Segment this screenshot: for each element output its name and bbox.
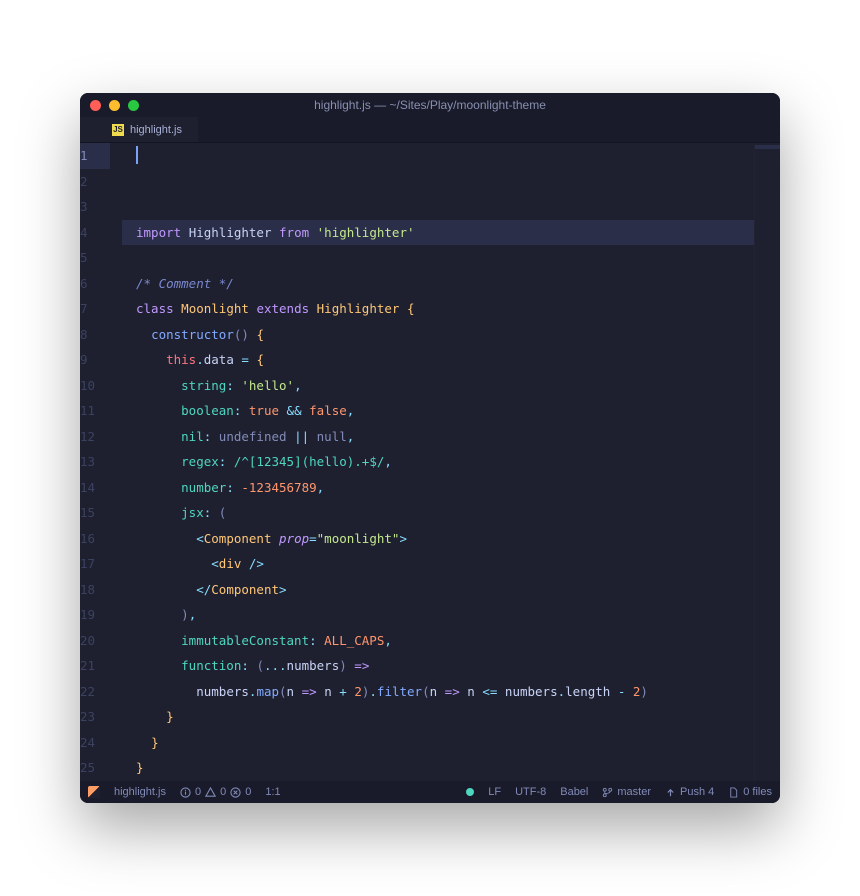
window-title: highlight.js — ~/Sites/Play/moonlight-th… — [80, 98, 780, 112]
error-icon — [230, 787, 241, 798]
text-cursor — [136, 146, 138, 164]
code-line[interactable] — [122, 245, 754, 271]
code-line[interactable]: jsx: ( — [122, 500, 754, 526]
gutter-line[interactable]: 22 — [80, 679, 110, 705]
gutter-line[interactable]: 23 — [80, 704, 110, 730]
gutter-line[interactable]: 17 — [80, 551, 110, 577]
code-line[interactable]: function: (...numbers) => — [122, 653, 754, 679]
push-up-icon — [665, 787, 676, 798]
code-line[interactable]: } — [122, 704, 754, 730]
js-file-icon: JS — [112, 124, 124, 136]
code-line[interactable]: nil: undefined || null, — [122, 424, 754, 450]
status-lang[interactable]: Babel — [560, 786, 588, 798]
status-files[interactable]: 0 files — [728, 786, 772, 798]
app-logo-icon[interactable] — [88, 786, 100, 798]
gutter-line[interactable]: 24 — [80, 730, 110, 756]
gutter-line[interactable]: 5 — [80, 245, 110, 271]
code-area[interactable]: import Highlighter from 'highlighter' /* … — [122, 143, 754, 781]
gutter-line[interactable]: 9 — [80, 347, 110, 373]
gutter-line[interactable]: 7 — [80, 296, 110, 322]
files-label: 0 files — [743, 786, 772, 798]
code-line[interactable]: numbers.map(n => n + 2).filter(n => n <=… — [122, 679, 754, 705]
status-cursor[interactable]: 1:1 — [265, 786, 280, 798]
code-line[interactable]: <Component prop="moonlight"> — [122, 526, 754, 552]
code-line[interactable]: string: 'hello', — [122, 373, 754, 399]
code-line[interactable]: number: -123456789, — [122, 475, 754, 501]
titlebar[interactable]: highlight.js — ~/Sites/Play/moonlight-th… — [80, 93, 780, 117]
gutter-line[interactable]: 15 — [80, 500, 110, 526]
status-push[interactable]: Push 4 — [665, 786, 714, 798]
gutter-line[interactable]: 10 — [80, 373, 110, 399]
status-file[interactable]: highlight.js — [114, 786, 166, 798]
gutter-line[interactable]: 20 — [80, 628, 110, 654]
gutter-line[interactable]: 16 — [80, 526, 110, 552]
editor-window: highlight.js — ~/Sites/Play/moonlight-th… — [80, 93, 780, 803]
code-line[interactable]: this.data = { — [122, 347, 754, 373]
gutter-line[interactable]: 18 — [80, 577, 110, 603]
tab-label: highlight.js — [130, 124, 182, 136]
gutter-line[interactable]: 14 — [80, 475, 110, 501]
code-line[interactable]: boolean: true && false, — [122, 398, 754, 424]
gutter[interactable]: 1234567891011121314151617181920212223242… — [80, 143, 122, 781]
gutter-line[interactable]: 11 — [80, 398, 110, 424]
code-line[interactable]: ), — [122, 602, 754, 628]
status-eol[interactable]: LF — [488, 786, 501, 798]
gutter-line[interactable]: 8 — [80, 322, 110, 348]
gutter-line[interactable]: 4 — [80, 220, 110, 246]
gutter-line[interactable]: 12 — [80, 424, 110, 450]
status-diagnostics[interactable]: 0 0 0 — [180, 786, 251, 798]
diag-err-count: 0 — [245, 786, 251, 798]
warning-icon — [205, 787, 216, 798]
gutter-line[interactable]: 3 — [80, 194, 110, 220]
branch-name: master — [617, 786, 651, 798]
code-line[interactable]: </Component> — [122, 577, 754, 603]
file-icon — [728, 787, 739, 798]
push-label: Push 4 — [680, 786, 714, 798]
code-line[interactable]: <div /> — [122, 551, 754, 577]
gutter-line[interactable]: 2 — [80, 169, 110, 195]
code-line[interactable] — [122, 781, 754, 782]
status-branch[interactable]: master — [602, 786, 651, 798]
code-line[interactable]: import Highlighter from 'highlighter' — [122, 220, 754, 246]
info-icon — [180, 787, 191, 798]
code-line[interactable]: immutableConstant: ALL_CAPS, — [122, 628, 754, 654]
gutter-line[interactable]: 19 — [80, 602, 110, 628]
minimap[interactable] — [754, 143, 780, 781]
git-branch-icon — [602, 787, 613, 798]
status-encoding[interactable]: UTF-8 — [515, 786, 546, 798]
status-ok-icon — [466, 788, 474, 796]
editor: 1234567891011121314151617181920212223242… — [80, 143, 780, 781]
tabbar: JS highlight.js — [80, 117, 780, 143]
code-line[interactable]: regex: /^[12345](hello).+$/, — [122, 449, 754, 475]
code-line[interactable]: constructor() { — [122, 322, 754, 348]
gutter-line[interactable]: 13 — [80, 449, 110, 475]
code-line[interactable]: } — [122, 730, 754, 756]
gutter-line[interactable]: 6 — [80, 271, 110, 297]
statusbar: highlight.js 0 0 0 1:1 LF UTF-8 Babel ma… — [80, 781, 780, 803]
diag-warn-count: 0 — [220, 786, 226, 798]
code-line[interactable]: } — [122, 755, 754, 781]
code-line[interactable]: /* Comment */ — [122, 271, 754, 297]
gutter-line[interactable]: 1 — [80, 143, 110, 169]
code-line[interactable]: class Moonlight extends Highlighter { — [122, 296, 754, 322]
gutter-line[interactable]: 21 — [80, 653, 110, 679]
diag-info-count: 0 — [195, 786, 201, 798]
tab-file[interactable]: JS highlight.js — [80, 117, 198, 142]
gutter-line[interactable]: 25 — [80, 755, 110, 781]
